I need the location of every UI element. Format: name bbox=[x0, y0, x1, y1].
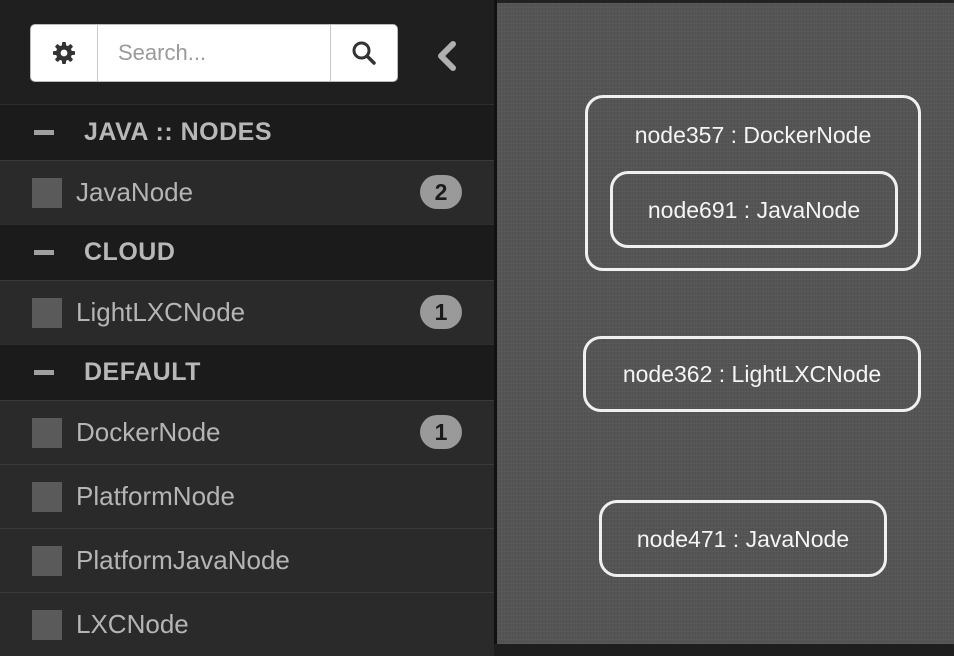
canvas-node-label: node691 : JavaNode bbox=[647, 197, 861, 223]
node-type-tree: JAVA :: NODES JavaNode 2 CLOUD LightLXCN… bbox=[0, 104, 494, 656]
node-type-swatch bbox=[32, 177, 62, 208]
node-type-swatch bbox=[32, 609, 62, 640]
canvas-node-label: node362 : LightLXCNode bbox=[622, 361, 882, 387]
sidebar: JAVA :: NODES JavaNode 2 CLOUD LightLXCN… bbox=[0, 0, 497, 656]
group-label: DEFAULT bbox=[84, 358, 201, 386]
group-header-cloud[interactable]: CLOUD bbox=[0, 224, 494, 280]
canvas-node-java-nested[interactable]: node691 : JavaNode bbox=[610, 171, 898, 248]
search-group bbox=[30, 24, 398, 82]
node-type-item-platformjavanode[interactable]: PlatformJavaNode bbox=[0, 528, 494, 592]
settings-button[interactable] bbox=[31, 25, 98, 81]
canvas-node-label: node357 : DockerNode bbox=[634, 122, 872, 148]
group-header-default[interactable]: DEFAULT bbox=[0, 344, 494, 400]
gear-icon bbox=[53, 42, 75, 64]
count-badge: 2 bbox=[420, 175, 462, 209]
search-button[interactable] bbox=[330, 25, 397, 81]
collapse-sidebar-button[interactable] bbox=[430, 36, 464, 76]
group-label: JAVA :: NODES bbox=[84, 118, 272, 146]
minus-icon bbox=[34, 250, 54, 255]
node-type-item-platformnode[interactable]: PlatformNode bbox=[0, 464, 494, 528]
search-input[interactable] bbox=[98, 25, 330, 81]
canvas-node-label: node471 : JavaNode bbox=[636, 526, 850, 552]
canvas-node-docker[interactable]: node357 : DockerNode node691 : JavaNode bbox=[585, 95, 921, 271]
node-type-label: PlatformJavaNode bbox=[76, 545, 290, 575]
canvas-node-lightlxc[interactable]: node362 : LightLXCNode bbox=[583, 336, 921, 412]
sidebar-toolbar bbox=[0, 0, 494, 104]
node-type-swatch bbox=[32, 545, 62, 576]
count-badge: 1 bbox=[420, 295, 462, 329]
canvas-node-java[interactable]: node471 : JavaNode bbox=[599, 500, 887, 577]
node-type-swatch bbox=[32, 417, 62, 448]
count-badge: 1 bbox=[420, 415, 462, 449]
node-type-swatch bbox=[32, 297, 62, 328]
minus-icon bbox=[34, 130, 54, 135]
node-type-item-lightlxcnode[interactable]: LightLXCNode 1 bbox=[0, 280, 494, 344]
minus-icon bbox=[34, 370, 54, 375]
chevron-left-icon bbox=[438, 41, 456, 71]
node-type-label: DockerNode bbox=[76, 417, 221, 447]
search-icon bbox=[352, 41, 376, 65]
group-header-java-nodes[interactable]: JAVA :: NODES bbox=[0, 104, 494, 160]
model-canvas[interactable]: node357 : DockerNode node691 : JavaNode … bbox=[497, 0, 954, 644]
group-label: CLOUD bbox=[84, 238, 176, 266]
node-type-label: JavaNode bbox=[76, 177, 194, 207]
node-type-item-dockernode[interactable]: DockerNode 1 bbox=[0, 400, 494, 464]
node-type-item-javanode[interactable]: JavaNode 2 bbox=[0, 160, 494, 224]
node-type-label: LXCNode bbox=[76, 609, 189, 639]
node-type-label: LightLXCNode bbox=[76, 297, 246, 327]
node-type-label: PlatformNode bbox=[76, 481, 235, 511]
node-type-swatch bbox=[32, 481, 62, 512]
node-type-item-lxcnode[interactable]: LXCNode bbox=[0, 592, 494, 656]
